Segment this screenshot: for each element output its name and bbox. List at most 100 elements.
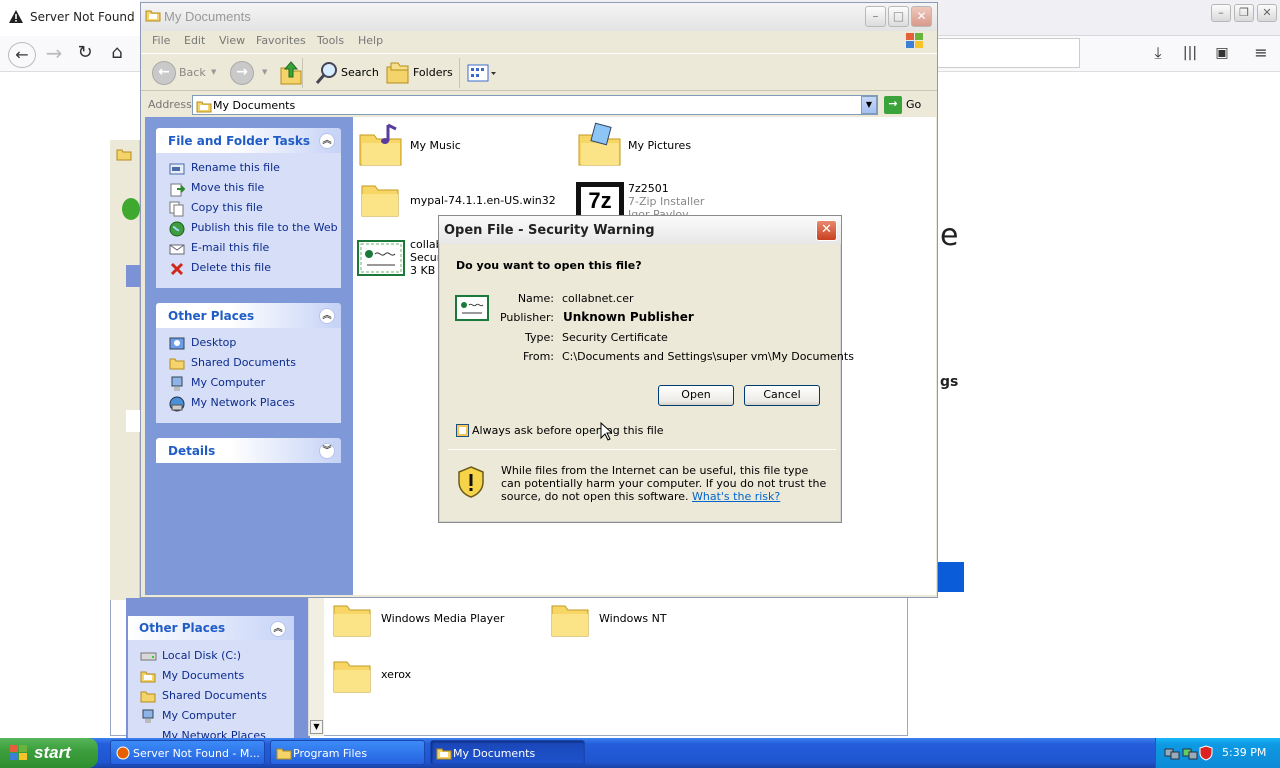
pf-link-my-documents[interactable]: My Documents [162,669,244,682]
my-computer-icon [169,376,185,392]
folders-button-label[interactable]: Folders [413,66,453,79]
maximize-button[interactable]: □ [888,6,909,27]
collapse-icon[interactable]: ︽ [319,133,335,149]
folder-xerox[interactable]: xerox [381,668,411,681]
minimize-button[interactable]: – [865,6,886,27]
collapse-icon[interactable]: ︽ [270,621,286,637]
pf-link-shared-documents[interactable]: Shared Documents [162,689,267,702]
whats-the-risk-link[interactable]: What's the risk? [692,490,780,503]
firefox-close-button[interactable]: ✕ [1257,4,1277,22]
my-documents-title-bar[interactable] [141,3,937,31]
details-header[interactable]: Details ︾ [156,438,341,463]
place-network-places[interactable]: My Network Places [191,396,295,409]
security-shield-icon[interactable] [1199,745,1213,761]
menu-icon[interactable]: ≡ [1250,43,1272,65]
library-icon[interactable]: ||| [1179,43,1201,65]
place-desktop[interactable]: Desktop [191,336,236,349]
page-button-fragment[interactable] [938,562,964,592]
task-copy[interactable]: Copy this file [191,201,263,214]
collapse-icon[interactable]: ︽ [319,308,335,324]
reload-icon[interactable]: ↻ [74,43,96,65]
address-label: Address [148,98,192,111]
firefox-tab[interactable]: Server Not Found [0,0,140,36]
program-files-scrollbar[interactable]: ▼ [308,598,324,736]
forward-icon[interactable]: → [43,43,65,65]
task-move[interactable]: Move this file [191,181,264,194]
back-button-label[interactable]: Back [179,66,206,79]
pf-link-my-computer[interactable]: My Computer [162,709,236,722]
menu-favorites[interactable]: Favorites [256,34,306,47]
firefox-minimize-button[interactable]: – [1211,4,1231,22]
publisher-value: Unknown Publisher [563,310,694,324]
dropdown-icon[interactable]: ▼ [262,68,267,76]
sidebar-icon[interactable]: ▣ [1211,43,1233,65]
firefox-restore-button[interactable]: ❐ [1234,4,1254,22]
home-icon[interactable]: ⌂ [106,43,128,65]
expand-icon[interactable]: ︾ [319,443,335,459]
folder-mypal[interactable]: mypal-74.1.1.en-US.win32 [410,194,556,207]
folder-my-music[interactable]: My Music [410,139,461,152]
start-button[interactable]: start [0,738,98,768]
scroll-down-icon[interactable]: ▼ [310,720,323,734]
forward-arrow-icon[interactable]: → [230,61,254,85]
menu-tools[interactable]: Tools [317,34,344,47]
pf-link-local-disk[interactable]: Local Disk (C:) [162,649,241,662]
go-button-label[interactable]: Go [906,98,921,111]
taskbar-firefox[interactable]: Server Not Found - M... [110,740,265,765]
menu-view[interactable]: View [219,34,245,47]
back-icon[interactable] [122,198,140,220]
folder-windows-media-player[interactable]: Windows Media Player [381,612,504,625]
download-icon[interactable]: ⤓ [1147,43,1169,65]
publish-web-icon [169,221,185,237]
close-button[interactable]: ✕ [911,6,932,27]
go-arrow-icon[interactable]: → [884,96,902,114]
place-my-computer[interactable]: My Computer [191,376,265,389]
address-dropdown-icon[interactable]: ▼ [861,96,877,114]
dialog-question: Do you want to open this file? [456,259,642,272]
firefox-url-bar[interactable] [938,38,1080,68]
cancel-button[interactable]: Cancel [744,385,820,406]
open-button[interactable]: Open [658,385,734,406]
dialog-title: Open File - Security Warning [444,223,655,238]
menu-edit[interactable]: Edit [184,34,205,47]
pf-link-my-network-places[interactable]: My Network Places [162,729,266,738]
address-input[interactable]: My Documents [192,95,878,115]
folder-icon [436,746,452,760]
folder-my-pictures[interactable]: My Pictures [628,139,691,152]
address-value: My Documents [213,99,296,112]
always-ask-checkbox[interactable] [456,424,469,437]
menu-file[interactable]: File [152,34,170,47]
place-shared-documents[interactable]: Shared Documents [191,356,296,369]
task-email[interactable]: E-mail this file [191,241,269,254]
my-computer-icon [140,709,156,724]
taskbar-my-documents[interactable]: My Documents [430,740,585,765]
dialog-close-button[interactable]: ✕ [816,220,837,241]
task-rename[interactable]: Rename this file [191,161,280,174]
task-delete[interactable]: Delete this file [191,261,271,274]
warning-icon [9,10,23,23]
other-places-header[interactable]: Other Places ︽ [156,303,341,328]
dropdown-icon[interactable]: ▼ [211,68,216,76]
up-folder-icon[interactable] [279,60,303,86]
network-icon[interactable] [1164,745,1180,761]
always-ask-label[interactable]: Always ask before opening this file [472,424,664,437]
search-icon[interactable] [315,61,339,85]
pictures-folder-icon [577,121,623,169]
clock: 5:39 PM [1222,746,1267,759]
back-arrow-icon[interactable]: ← [152,61,176,85]
folder-icon [196,99,212,113]
other-places-header[interactable]: Other Places ︽ [128,616,294,640]
file-7zip-name[interactable]: 7z2501 [628,182,669,195]
file-folder-tasks-header[interactable]: File and Folder Tasks ︽ [156,128,341,153]
views-icon[interactable] [467,63,497,83]
menu-help[interactable]: Help [358,34,383,47]
search-button-label[interactable]: Search [341,66,379,79]
taskbar-program-files[interactable]: Program Files [270,740,425,765]
folder-windows-nt[interactable]: Windows NT [599,612,667,625]
toolbar-separator [302,58,303,88]
back-icon[interactable]: ← [8,42,36,68]
folders-icon[interactable] [386,61,410,85]
task-publish[interactable]: Publish this file to the Web [191,221,338,234]
network-icon[interactable] [1182,745,1198,761]
folder-icon [276,746,292,760]
